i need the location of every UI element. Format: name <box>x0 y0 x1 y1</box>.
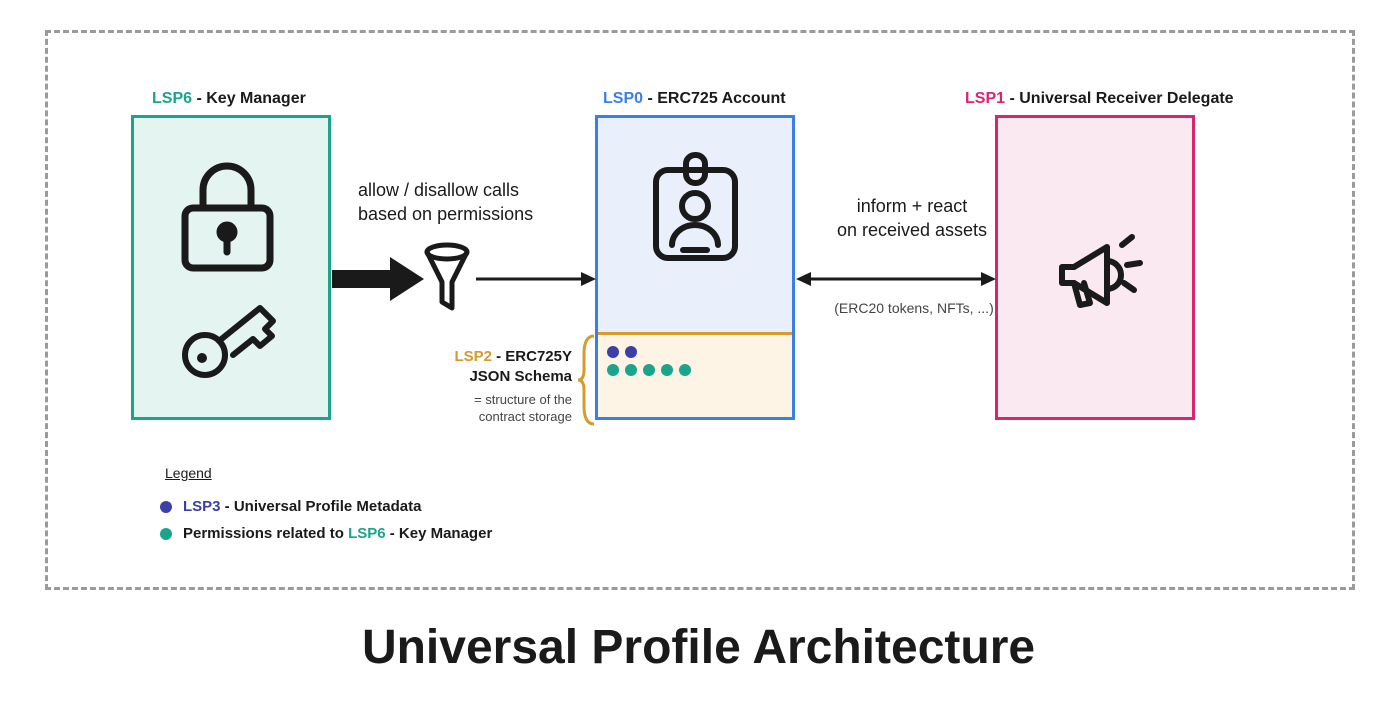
lsp2-tag: LSP2 <box>454 348 492 365</box>
arrow-funnel-to-lsp0 <box>476 269 596 294</box>
lsp6-title: LSP6 - Key Manager <box>152 90 306 108</box>
legend-lsp6-tag: LSP6 <box>348 525 386 542</box>
brace-icon <box>576 334 596 431</box>
dot-blue <box>607 346 619 358</box>
megaphone-icon <box>1052 225 1147 320</box>
lsp2-label: LSP2 - ERC725Y JSON Schema <box>432 347 572 386</box>
legend-perm-prefix: Permissions related to <box>183 525 348 542</box>
key-icon <box>175 300 285 395</box>
left-arrow-label-line2: based on permissions <box>358 202 533 226</box>
dot-blue <box>625 346 637 358</box>
dot-teal <box>679 364 691 376</box>
dot-teal <box>661 364 673 376</box>
legend-item-lsp3: LSP3 - Universal Profile Metadata <box>160 498 421 515</box>
lsp1-title: LSP1 - Universal Receiver Delegate <box>965 90 1234 108</box>
dot-teal <box>643 364 655 376</box>
right-arrow-label: inform + react on received assets <box>832 194 992 243</box>
lock-icon <box>175 160 280 280</box>
arrow-lsp0-lsp1-bidirectional <box>796 269 996 294</box>
dot-blue <box>160 501 172 513</box>
legend-lsp6-label: - Key Manager <box>386 525 493 542</box>
legend-title: Legend <box>165 465 212 481</box>
id-badge-icon <box>648 150 743 270</box>
left-arrow-label: allow / disallow calls based on permissi… <box>358 178 533 227</box>
legend-item-permissions: Permissions related to LSP6 - Key Manage… <box>160 525 492 542</box>
lsp0-label: - ERC725 Account <box>643 90 786 107</box>
legend-lsp3-tag: LSP3 <box>183 498 221 515</box>
lsp6-label: - Key Manager <box>192 90 306 107</box>
lsp6-tag: LSP6 <box>152 90 192 107</box>
arrow-lsp6-to-funnel <box>332 257 424 306</box>
legend-lsp3-label: - Universal Profile Metadata <box>221 498 422 515</box>
dot-teal <box>607 364 619 376</box>
lsp2-sub: = structure of the contract storage <box>432 392 572 426</box>
left-arrow-label-line1: allow / disallow calls <box>358 178 533 202</box>
lsp0-tag: LSP0 <box>603 90 643 107</box>
lsp0-title: LSP0 - ERC725 Account <box>603 90 786 108</box>
lsp1-label: - Universal Receiver Delegate <box>1005 90 1234 107</box>
funnel-icon <box>422 242 472 319</box>
lsp1-tag: LSP1 <box>965 90 1005 107</box>
right-arrow-sub: (ERC20 tokens, NFTs, ...) <box>814 300 1014 316</box>
dot-row-lsp3 <box>607 346 691 358</box>
storage-dots <box>607 346 691 376</box>
dot-teal <box>625 364 637 376</box>
right-arrow-label-line1: inform + react <box>832 194 992 218</box>
dot-teal <box>160 528 172 540</box>
page-title: Universal Profile Architecture <box>0 620 1397 675</box>
dot-row-permissions <box>607 364 691 376</box>
right-arrow-label-line2: on received assets <box>832 218 992 242</box>
